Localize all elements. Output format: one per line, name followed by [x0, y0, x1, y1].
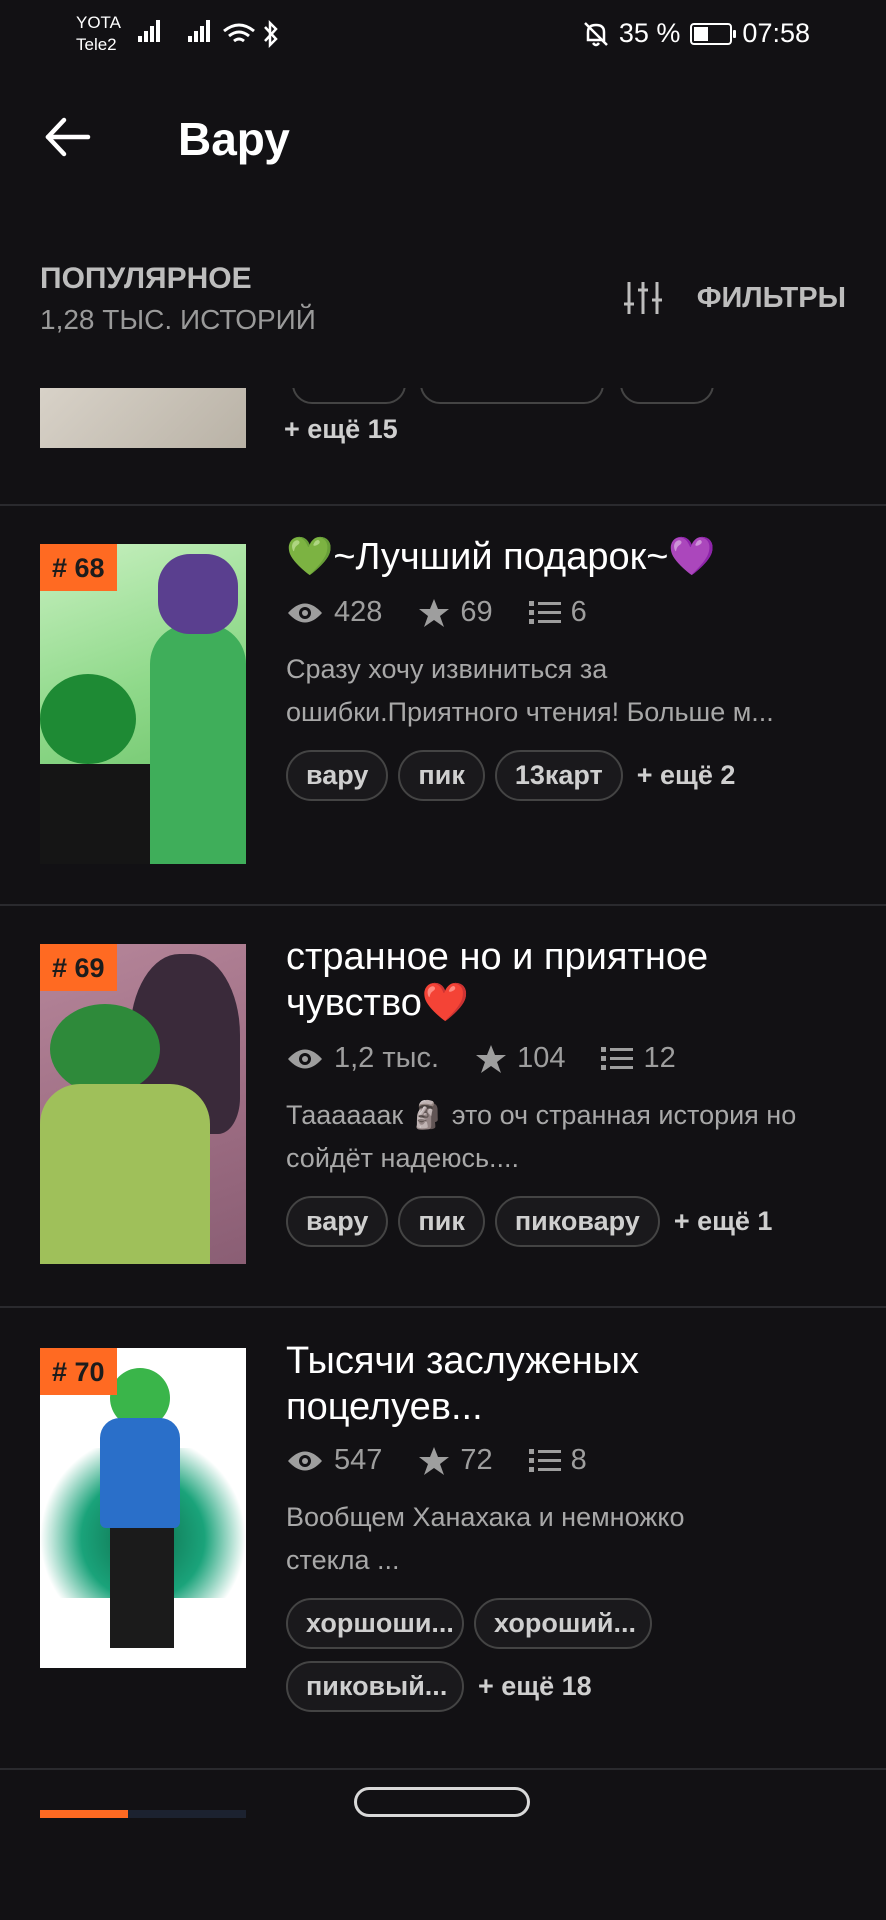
cover-figure	[40, 1084, 210, 1264]
battery-percent: 35 %	[618, 18, 681, 48]
filters-button[interactable]: ФИЛЬТРЫ	[623, 280, 846, 316]
page-title: Вару	[178, 113, 290, 165]
eye-icon	[288, 603, 322, 622]
bluetooth-icon	[264, 20, 278, 48]
star-icon	[419, 598, 450, 627]
views-count: 428	[334, 596, 383, 628]
carrier-labels: YOTA Tele2	[76, 12, 121, 56]
views-count: 547	[334, 1444, 383, 1476]
more-tags[interactable]: + ещё 2	[633, 750, 740, 801]
story-title[interactable]: 💚~Лучший подарок~💜	[286, 534, 846, 580]
story-title[interactable]: странное но и приятное чувство❤️	[286, 934, 846, 1026]
more-tags[interactable]: + ещё 18	[474, 1661, 596, 1712]
tag-chip	[620, 388, 714, 404]
parts-count: 8	[570, 1444, 587, 1476]
signal-2-icon	[188, 20, 212, 42]
tag-chip[interactable]: вару	[286, 750, 389, 801]
cover-figure	[100, 1418, 180, 1528]
story-stats: 1,2 тыс. 104 12	[286, 1042, 712, 1075]
tag-chip[interactable]: вару	[286, 1196, 389, 1247]
story-cover	[40, 388, 246, 448]
list-item[interactable]: # 70 Тысячи заслуженых поцелуев... 547 7…	[0, 1308, 886, 1768]
status-right: 35 % 07:58	[583, 18, 810, 49]
cover-figure	[50, 1004, 160, 1094]
section-title: ПОПУЛЯРНОЕ	[40, 262, 252, 295]
views-count: 1,2 тыс.	[334, 1042, 440, 1074]
tag-chip[interactable]: хоршоши...	[286, 1598, 464, 1649]
star-icon	[419, 1446, 450, 1475]
carrier-bottom: Tele2	[76, 35, 117, 54]
section-count: 1,28 ТЫС. ИСТОРИЙ	[40, 304, 316, 335]
story-description: Вообщем Ханахака и немножко стекла ...	[286, 1502, 685, 1575]
bell-muted-icon	[583, 21, 608, 46]
sliders-icon	[623, 282, 662, 314]
divider	[0, 1768, 886, 1770]
story-cover: # 68	[40, 544, 246, 864]
more-tags[interactable]: + ещё 15	[284, 414, 398, 445]
story-cover: # 69	[40, 944, 246, 1264]
signal-icon	[138, 20, 162, 42]
story-stats: 547 72 8	[286, 1444, 623, 1477]
cover-figure	[40, 764, 150, 864]
story-cover-partial	[128, 1810, 246, 1818]
tag-chip[interactable]: пик	[398, 1196, 485, 1247]
list-icon	[528, 1448, 561, 1472]
rank-badge-partial	[40, 1810, 128, 1818]
tag-chip[interactable]: пиковару	[494, 1196, 660, 1247]
list-item[interactable]: # 69 странное но и приятное чувство❤️ 1,…	[0, 906, 886, 1306]
list-item[interactable]: # 68 💚~Лучший подарок~💜 428 69 6 Сразу х…	[0, 506, 886, 906]
cover-figure	[110, 1528, 174, 1648]
story-description: Сразу хочу извиниться за ошибки.Приятног…	[286, 654, 774, 727]
more-tags[interactable]: + ещё 1	[670, 1196, 777, 1247]
story-list[interactable]: + ещё 15 # 68 💚~Лучший подарок~💜 428 69 …	[0, 388, 886, 1818]
tag-chip	[420, 388, 604, 404]
battery-icon	[690, 22, 737, 45]
rank-badge: # 70	[40, 1348, 117, 1395]
tag-chip[interactable]: пик	[398, 750, 485, 801]
stars-count: 69	[460, 596, 493, 628]
story-description: Таааааак 🗿 это оч странная история но со…	[286, 1100, 797, 1173]
tag-chip[interactable]: пиковый...	[286, 1661, 464, 1712]
rank-badge: # 69	[40, 944, 117, 991]
story-stats: 428 69 6	[286, 596, 623, 629]
status-bar: YOTA Tele2 35 % 07:58	[0, 0, 886, 70]
cover-figure	[40, 674, 136, 764]
back-arrow-icon[interactable]	[42, 112, 92, 162]
list-icon	[528, 600, 561, 624]
tag-list: хоршоши... хороший... пиковый... + ещё 1…	[286, 1598, 766, 1712]
story-cover: # 70	[40, 1348, 246, 1668]
rank-badge: # 68	[40, 544, 117, 591]
tag-chip[interactable]: хороший...	[474, 1598, 652, 1649]
story-title[interactable]: Тысячи заслуженых поцелуев...	[286, 1338, 846, 1430]
parts-count: 6	[570, 596, 587, 628]
carrier-top: YOTA	[76, 13, 122, 32]
tag-list: вару пик пиковару + ещё 1	[286, 1196, 846, 1247]
parts-count: 12	[643, 1042, 676, 1074]
tag-list: вару пик 13карт + ещё 2	[286, 750, 846, 801]
stars-count: 72	[460, 1444, 493, 1476]
eye-icon	[288, 1451, 322, 1470]
tag-chip[interactable]: 13карт	[494, 750, 623, 801]
star-icon	[476, 1044, 507, 1073]
list-icon	[601, 1046, 634, 1070]
cover-figure	[150, 624, 246, 864]
clock: 07:58	[742, 18, 810, 48]
cover-figure	[158, 554, 238, 634]
tag-chip	[292, 388, 406, 404]
wifi-icon	[223, 23, 255, 43]
eye-icon	[288, 1049, 322, 1068]
filters-label: ФИЛЬТРЫ	[696, 281, 846, 314]
home-indicator[interactable]	[354, 1787, 530, 1817]
stars-count: 104	[517, 1042, 566, 1074]
